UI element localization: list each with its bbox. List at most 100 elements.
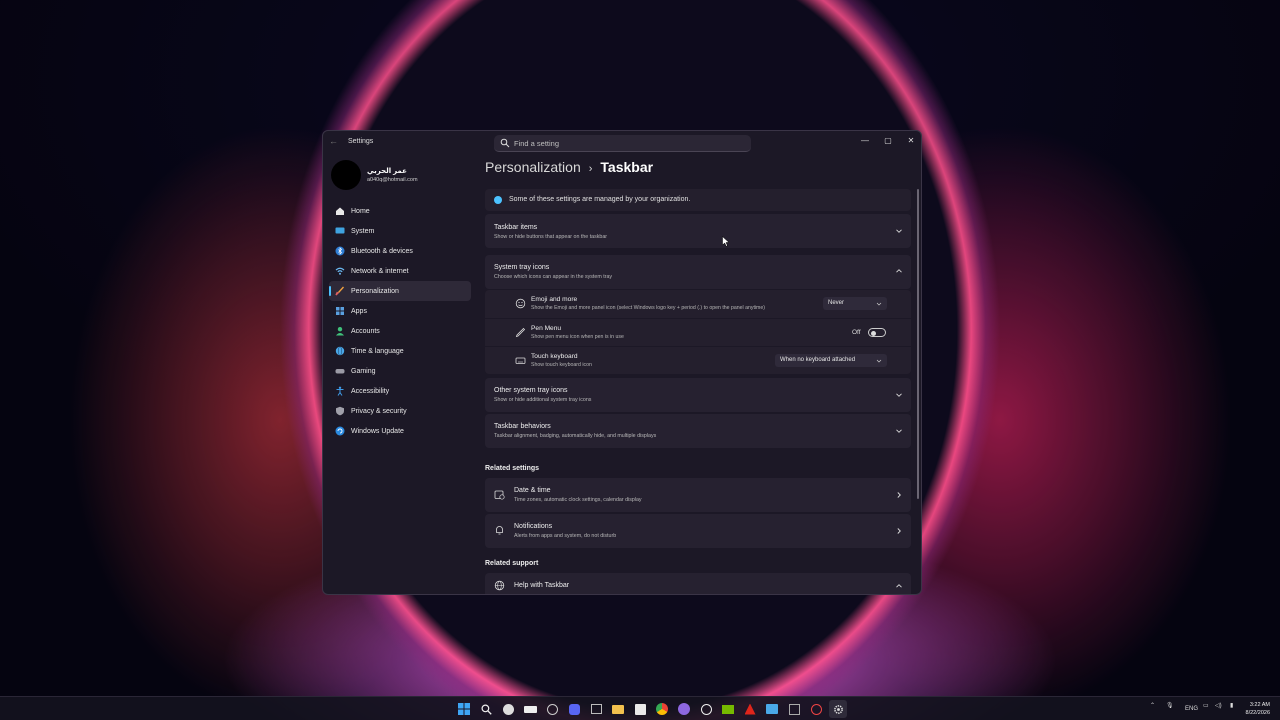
emoji-title: Emoji and more [531,296,578,303]
dev-app[interactable] [543,700,561,718]
sidebar-item-bluetooth[interactable]: Bluetooth & devices [329,241,471,261]
nav-list: Home System Bluetooth & devices Network … [329,201,471,441]
chevron-up-icon[interactable]: ⌃ [1150,702,1155,709]
battery-icon[interactable]: ▮ [1230,702,1233,709]
search-taskbar-button[interactable] [477,700,495,718]
sidebar-item-privacy[interactable]: Privacy & security [329,401,471,421]
person-icon [335,326,345,336]
emoji-dropdown-value: Never [828,300,845,306]
notifications-link[interactable]: Notifications Alerts from apps and syste… [485,514,911,548]
sidebar-item-label: Gaming [351,367,376,375]
nvidia-icon [722,704,734,714]
clock-date: 8/22/2026 [1245,710,1270,716]
recorder-app[interactable] [807,700,825,718]
help-taskbar-title: Help with Taskbar [514,582,570,589]
user-name: عمر الحربي [367,168,407,175]
sidebar-item-personalization[interactable]: Personalization [329,281,471,301]
discord-app[interactable] [565,700,583,718]
globe-icon [335,346,345,356]
chevron-down-icon [876,359,882,363]
chevron-down-icon [896,429,902,433]
controller-icon [335,366,345,376]
emoji-dropdown[interactable]: Never [823,297,887,310]
back-button[interactable]: ← [329,136,338,146]
file-explorer-app[interactable] [609,700,627,718]
nvidia-app[interactable] [719,700,737,718]
calendar-app[interactable] [631,700,649,718]
other-tray-subtitle: Show or hide additional system tray icon… [494,397,592,403]
system-tray: ⌃ 🎙 ENG ▭ ◁) ▮ 3:22 AM 8/22/2026 [1150,697,1280,720]
touch-keyboard-dropdown[interactable]: When no keyboard attached [775,354,887,367]
clock[interactable]: 3:22 AM 8/22/2026 [1246,701,1270,717]
sidebar-item-windows-update[interactable]: Windows Update [329,421,471,441]
sidebar-item-apps[interactable]: Apps [329,301,471,321]
chevron-down-icon [876,302,882,306]
discord-icon [568,703,580,715]
sidebar-item-home[interactable]: Home [329,201,471,221]
sidebar-item-gaming[interactable]: Gaming [329,361,471,381]
touch-keyboard-title: Touch keyboard [531,353,578,360]
photos-app[interactable] [763,700,781,718]
close-button[interactable]: ✕ [900,134,921,148]
sidebar-item-label: Personalization [351,287,399,295]
sidebar-item-accessibility[interactable]: Accessibility [329,381,471,401]
system-tray-subtitle: Choose which icons can appear in the sys… [494,274,613,280]
sidebar-item-accounts[interactable]: Accounts [329,321,471,341]
date-time-link[interactable]: Date & time Time zones, automatic clock … [485,478,911,512]
taskbar-apps [455,700,847,718]
touch-keyboard-dropdown-value: When no keyboard attached [780,357,856,363]
help-taskbar-card[interactable]: Help with Taskbar [485,573,911,594]
mail-app[interactable] [675,700,693,718]
breadcrumb-separator: › [588,163,593,175]
breadcrumb-parent[interactable]: Personalization [485,159,581,175]
pen-menu-toggle-label: Off [852,329,861,336]
settings-window: ← Settings — ▢ ✕ عمر الحربي a040q@hotmai… [322,130,922,595]
adobe-icon [744,703,756,715]
brush-icon [335,286,345,296]
related-support-heading: Related support [485,560,539,567]
next-app[interactable] [521,700,539,718]
settings-app[interactable] [829,700,847,718]
excel-app[interactable] [785,700,803,718]
taskbar-behaviors-subtitle: Taskbar alignment, badging, automaticall… [494,433,657,439]
info-bar: Some of these settings are managed by yo… [485,189,911,211]
pen-menu-subtitle: Show pen menu icon when pen is in use [531,334,624,340]
related-settings-heading: Related settings [485,465,540,472]
accessibility-icon [335,386,345,396]
scrollbar[interactable] [917,189,919,499]
date-time-subtitle: Time zones, automatic clock settings, ca… [514,497,642,503]
gear-icon [833,704,843,714]
system-tray-card[interactable]: System tray icons Choose which icons can… [485,255,911,289]
emoji-row: Emoji and more Show the Emoji and more p… [485,290,911,318]
monitor-icon[interactable]: ▭ [1203,702,1209,709]
start-button[interactable] [455,700,473,718]
calendar-icon [634,703,646,715]
microphone-icon[interactable]: 🎙 [1166,702,1174,709]
minimize-button[interactable]: — [854,134,876,148]
profile[interactable]: عمر الحربي a040q@hotmail.com [331,159,481,193]
maximize-button[interactable]: ▢ [877,134,899,148]
chatgpt-app[interactable] [697,700,715,718]
chrome-app[interactable] [653,700,671,718]
copilot-app[interactable] [499,700,517,718]
search-input[interactable] [514,137,734,150]
other-tray-card[interactable]: Other system tray icons Show or hide add… [485,378,911,412]
avatar [331,160,361,190]
taskbar-items-card[interactable]: Taskbar items Show or hide buttons that … [485,214,911,248]
adobe-app[interactable] [741,700,759,718]
terminal-icon [590,704,602,714]
update-icon [335,426,345,436]
sidebar-item-system[interactable]: System [329,221,471,241]
taskbar-behaviors-card[interactable]: Taskbar behaviors Taskbar alignment, bad… [485,414,911,448]
language-indicator[interactable]: ENG [1185,706,1198,712]
volume-icon[interactable]: ◁) [1215,702,1222,709]
search-box[interactable] [494,135,751,152]
sidebar-item-time-language[interactable]: Time & language [329,341,471,361]
search-icon [480,703,492,715]
terminal-app[interactable] [587,700,605,718]
notifications-title: Notifications [514,523,553,530]
info-text: Some of these settings are managed by yo… [509,196,691,203]
sidebar-item-network[interactable]: Network & internet [329,261,471,281]
bluetooth-icon [335,246,345,256]
pen-menu-toggle[interactable] [868,328,886,337]
